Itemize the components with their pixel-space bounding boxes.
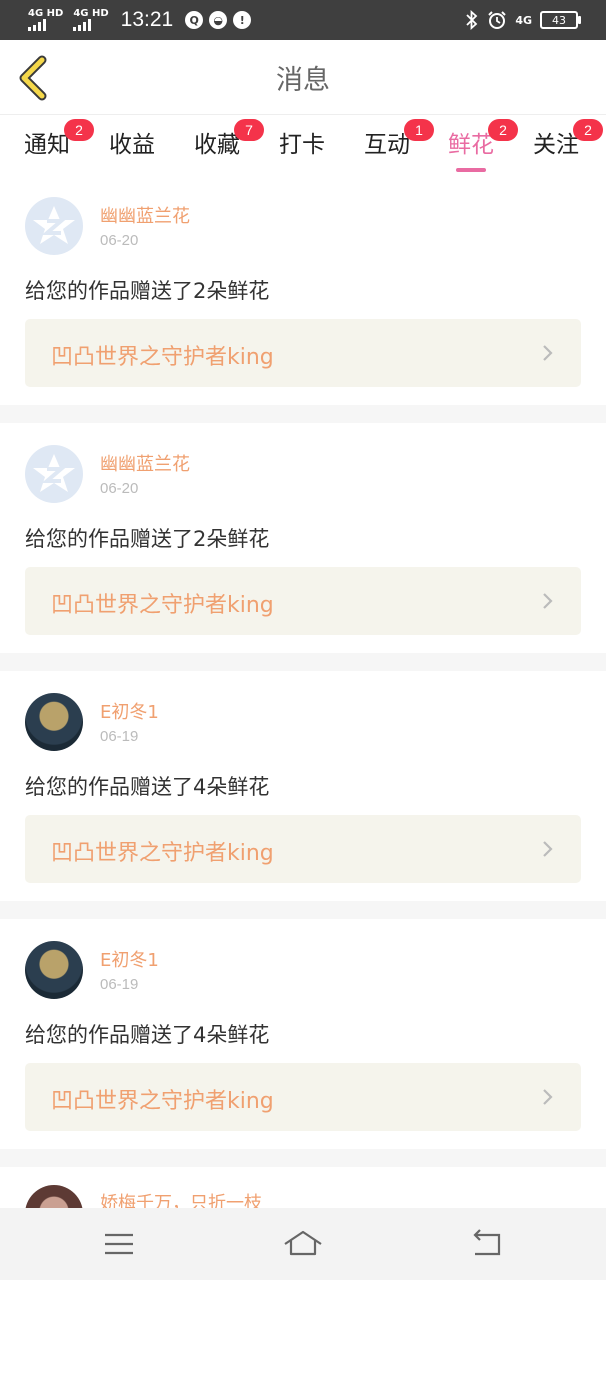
signal-indicator-1: 4G HD [28, 9, 63, 31]
back-icon [473, 1229, 501, 1256]
tab-badge: 2 [64, 119, 94, 141]
tab-bar: 通知 2 收益 收藏 7 打卡 互动 1 鲜花 2 关注 2 [0, 115, 606, 175]
tab-label: 关注 [533, 132, 579, 158]
tab-earnings[interactable]: 收益 [109, 125, 155, 159]
sender-name[interactable]: E初冬1 [100, 698, 159, 724]
tab-label: 打卡 [279, 132, 325, 158]
chevron-right-icon [543, 841, 553, 857]
home-icon [284, 1230, 322, 1256]
alert-icon: ! [233, 11, 252, 29]
work-link[interactable]: 凹凸世界之守护者king [25, 1063, 581, 1131]
mobile-data-label: 4G [515, 13, 532, 27]
home-button[interactable] [283, 1226, 323, 1262]
message-card: 幽幽蓝兰花 06-20 给您的作品赠送了2朵鲜花 凹凸世界之守护者king [0, 175, 606, 405]
default-avatar-icon [33, 206, 75, 244]
work-link[interactable]: 凹凸世界之守护者king [25, 567, 581, 635]
page-title: 消息 [276, 65, 330, 96]
message-card-partial: 娇梅千万，只折一枝 [0, 1167, 606, 1397]
avatar[interactable] [25, 445, 83, 503]
tab-favorites[interactable]: 收藏 7 [194, 119, 264, 159]
avatar[interactable] [25, 693, 83, 751]
divider [0, 1149, 606, 1167]
bluetooth-icon [466, 10, 478, 30]
menu-button[interactable] [99, 1226, 139, 1262]
tab-label: 收益 [109, 132, 155, 158]
sender-name[interactable]: 幽幽蓝兰花 [100, 202, 190, 228]
work-title: 凹凸世界之守护者king [51, 841, 274, 866]
message-text: 给您的作品赠送了2朵鲜花 [25, 527, 270, 551]
tab-label: 通知 [24, 132, 70, 158]
tab-follows[interactable]: 关注 2 [533, 119, 603, 159]
header: 消息 [0, 40, 606, 115]
cloud-icon: ◒ [209, 11, 228, 29]
tab-flowers[interactable]: 鲜花 2 [448, 119, 518, 172]
divider [0, 901, 606, 919]
qq-icon: Q [185, 11, 204, 29]
divider [0, 653, 606, 671]
tab-check-in[interactable]: 打卡 [279, 125, 325, 159]
clock: 13:21 [120, 8, 174, 31]
tab-label: 互动 [364, 132, 410, 158]
message-card: E初冬1 06-19 给您的作品赠送了4朵鲜花 凹凸世界之守护者king [0, 919, 606, 1149]
work-link[interactable]: 凹凸世界之守护者king [25, 815, 581, 883]
work-link[interactable]: 凹凸世界之守护者king [25, 319, 581, 387]
menu-icon [105, 1233, 133, 1255]
default-avatar-icon [33, 454, 75, 492]
status-bar-left: 4G HD 4G HD 13:21 Q ◒ ! [28, 0, 252, 40]
message-date: 06-19 [100, 728, 139, 745]
status-bar-right: 4G 43 [465, 0, 581, 40]
message-card: E初冬1 06-19 给您的作品赠送了4朵鲜花 凹凸世界之守护者king [0, 671, 606, 901]
system-nav-bar [0, 1208, 606, 1280]
tab-label: 鲜花 [448, 132, 494, 158]
work-title: 凹凸世界之守护者king [51, 345, 274, 370]
work-title: 凹凸世界之守护者king [51, 1089, 274, 1114]
signal-label: 4G HD [73, 8, 109, 19]
tab-badge: 2 [573, 119, 603, 141]
work-title: 凹凸世界之守护者king [51, 593, 274, 618]
chevron-right-icon [543, 345, 553, 361]
avatar[interactable] [25, 941, 83, 999]
back-nav-button[interactable] [467, 1226, 507, 1262]
tab-badge: 2 [488, 119, 518, 141]
sender-name[interactable]: E初冬1 [100, 946, 159, 972]
message-card: 幽幽蓝兰花 06-20 给您的作品赠送了2朵鲜花 凹凸世界之守护者king [0, 423, 606, 653]
status-bar: 4G HD 4G HD 13:21 Q ◒ ! 4G 43 [0, 0, 606, 40]
tab-interactions[interactable]: 互动 1 [364, 119, 434, 159]
tab-notifications[interactable]: 通知 2 [24, 119, 94, 159]
message-date: 06-19 [100, 976, 139, 993]
battery-icon: 43 [540, 11, 581, 29]
message-text: 给您的作品赠送了4朵鲜花 [25, 1023, 270, 1047]
alarm-icon [488, 11, 507, 29]
tab-badge: 1 [404, 119, 434, 141]
tab-badge: 7 [234, 119, 264, 141]
chevron-right-icon [543, 593, 553, 609]
divider [0, 405, 606, 423]
message-date: 06-20 [100, 480, 139, 497]
signal-bars-icon [73, 19, 92, 31]
signal-indicator-2: 4G HD [73, 8, 109, 31]
avatar[interactable] [25, 197, 83, 255]
tab-label: 收藏 [194, 132, 240, 158]
message-text: 给您的作品赠送了4朵鲜花 [25, 775, 270, 799]
tab-underline [456, 168, 486, 172]
message-date: 06-20 [100, 232, 139, 249]
signal-label: 4G HD [28, 8, 64, 19]
signal-bars-icon [28, 19, 46, 31]
chevron-right-icon [543, 1089, 553, 1105]
sender-name[interactable]: 幽幽蓝兰花 [100, 450, 190, 476]
message-text: 给您的作品赠送了2朵鲜花 [25, 279, 270, 303]
